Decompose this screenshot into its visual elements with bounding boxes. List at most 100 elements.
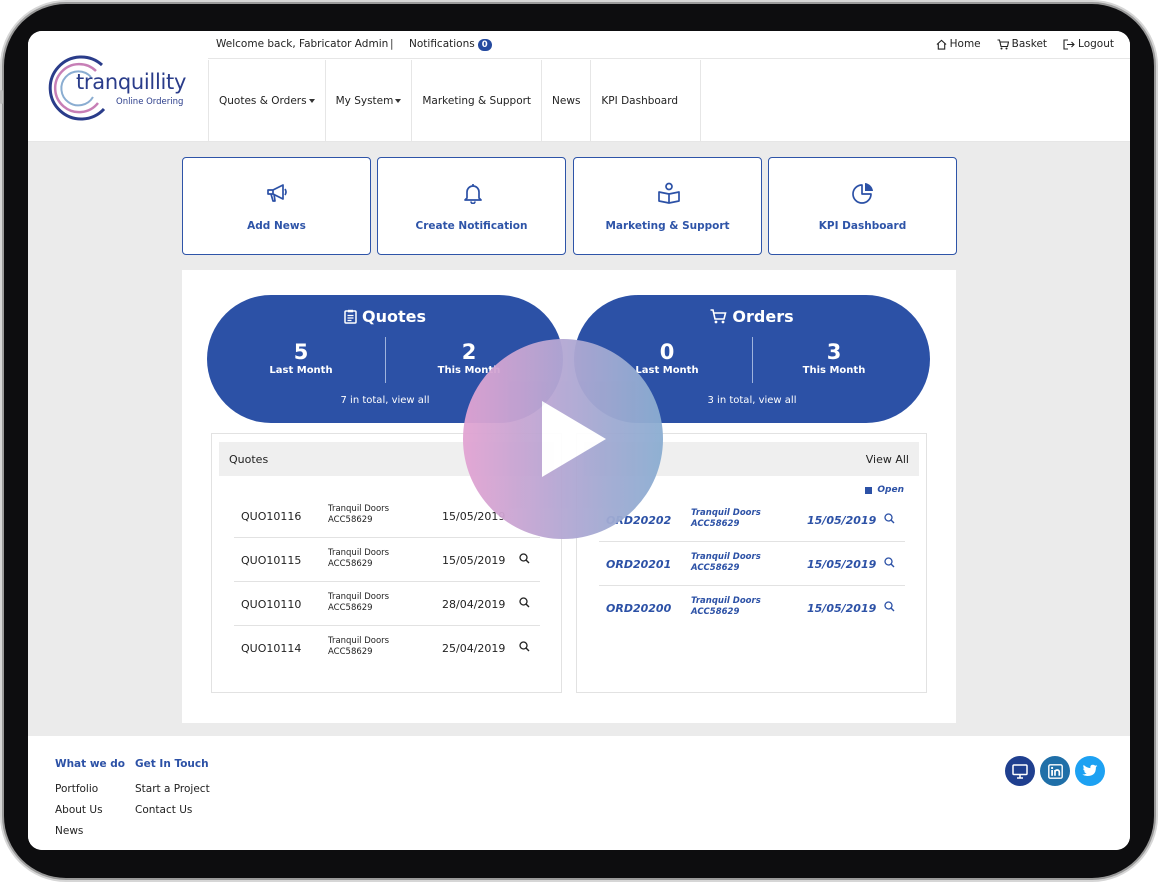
marketing-support-label: Marketing & Support: [605, 220, 730, 232]
footer-heading: Get In Touch: [135, 758, 209, 770]
table-row[interactable]: QUO10110 Tranquil Doors ACC58629 28/04/20…: [234, 582, 540, 626]
customer-name: Tranquil Doors: [328, 504, 390, 514]
basket-label: Basket: [1011, 38, 1048, 50]
brand-name: tranquillity: [76, 70, 187, 94]
video-play-button[interactable]: [463, 339, 663, 539]
basket-link[interactable]: Basket: [997, 38, 1047, 50]
footer-what-we-do: What we do Portfolio About Us News: [55, 758, 125, 846]
customer-name: Tranquil Doors: [691, 596, 761, 606]
kpi-dashboard-tile[interactable]: KPI Dashboard: [768, 157, 957, 255]
clipboard-icon: [344, 309, 357, 324]
quote-id: QUO10116: [241, 510, 302, 523]
table-row[interactable]: ORD20202 Tranquil Doors ACC58629 15/05/20…: [599, 498, 905, 542]
logout-label: Logout: [1078, 38, 1114, 50]
nav-my-system[interactable]: My System: [324, 60, 412, 142]
quote-id: QUO10115: [241, 554, 302, 567]
linkedin-social-button[interactable]: [1040, 756, 1070, 786]
nav-kpi-dashboard[interactable]: KPI Dashboard: [590, 60, 702, 142]
main-nav: Quotes & Orders My System Marketing & Su…: [208, 60, 702, 142]
customer-name: Tranquil Doors: [328, 636, 390, 646]
linkedin-icon: [1047, 763, 1063, 779]
nav-my-system-label: My System: [335, 95, 394, 107]
footer-link-news[interactable]: News: [55, 825, 125, 837]
logout-link[interactable]: Logout: [1063, 38, 1114, 50]
quote-id: QUO10114: [241, 642, 302, 655]
orders-view-all-button[interactable]: View All: [866, 453, 909, 466]
play-icon: [542, 401, 606, 477]
quotes-title-text: Quotes: [361, 307, 426, 326]
marketing-support-tile[interactable]: Marketing & Support: [573, 157, 762, 255]
open-status-swatch: [865, 486, 873, 494]
add-news-tile[interactable]: Add News: [182, 157, 371, 255]
notifications-link[interactable]: Notifications 0: [409, 38, 492, 51]
create-notification-tile[interactable]: Create Notification: [377, 157, 566, 255]
topbar-separator: |: [390, 38, 394, 50]
quotes-list-heading: Quotes: [229, 453, 269, 466]
legend-open-label: Open: [877, 485, 904, 495]
customer-name: Tranquil Doors: [328, 592, 390, 602]
brand-tagline: Online Ordering: [116, 97, 184, 107]
order-customer: Tranquil Doors ACC58629: [691, 508, 761, 530]
account-number: ACC58629: [691, 519, 740, 529]
order-id: ORD20201: [606, 558, 672, 571]
footer-link-contact-us[interactable]: Contact Us: [135, 804, 210, 816]
monitor-icon: [1012, 763, 1028, 779]
nav-kpi-dashboard-label: KPI Dashboard: [601, 95, 679, 107]
website-social-button[interactable]: [1005, 756, 1035, 786]
order-date: 15/05/2019: [807, 558, 877, 571]
divider: [752, 337, 753, 383]
quote-customer: Tranquil Doors ACC58629: [328, 636, 389, 658]
bell-icon: [464, 184, 482, 204]
home-link[interactable]: Home: [936, 38, 981, 50]
chevron-down-icon: [308, 99, 315, 103]
top-links: Home Basket Logout: [936, 38, 1114, 50]
pie-chart-icon: [852, 183, 873, 204]
search-icon[interactable]: [519, 553, 530, 564]
notifications-label: Notifications: [409, 38, 475, 50]
table-row[interactable]: QUO10114 Tranquil Doors ACC58629 25/04/20…: [234, 626, 540, 670]
orders-title-text: Orders: [732, 307, 794, 326]
divider: [385, 337, 386, 383]
order-date: 15/05/2019: [807, 602, 877, 615]
search-icon[interactable]: [884, 601, 895, 612]
table-row[interactable]: QUO10115 Tranquil Doors ACC58629 15/05/20…: [234, 538, 540, 582]
quote-date: 25/04/2019: [442, 642, 506, 655]
account-number: ACC58629: [691, 563, 740, 573]
nav-news[interactable]: News: [541, 60, 590, 142]
order-customer: Tranquil Doors ACC58629: [691, 552, 761, 574]
footer-heading: What we do: [55, 758, 126, 770]
footer-link-start-project[interactable]: Start a Project: [135, 783, 210, 795]
account-number: ACC58629: [328, 603, 373, 613]
quotes-summary-title: Quotes: [207, 307, 563, 326]
nav-quotes-orders[interactable]: Quotes & Orders: [208, 60, 325, 142]
book-user-icon: [658, 182, 680, 204]
footer-link-about-us[interactable]: About Us: [55, 804, 125, 816]
twitter-social-button[interactable]: [1075, 756, 1105, 786]
order-date: 15/05/2019: [807, 514, 877, 527]
table-row[interactable]: ORD20200 Tranquil Doors ACC58629 15/05/20…: [599, 586, 905, 630]
footer-get-in-touch: Get In Touch Start a Project Contact Us: [135, 758, 210, 825]
customer-name: Tranquil Doors: [328, 548, 390, 558]
quotes-last-month: 5 Last Month: [241, 339, 361, 376]
nav-marketing-support[interactable]: Marketing & Support: [411, 60, 541, 142]
site-footer: What we do Portfolio About Us News Get I…: [28, 736, 1130, 850]
app-screen: tranquillity Online Ordering Welcome bac…: [28, 31, 1130, 850]
quote-date: 28/04/2019: [442, 598, 506, 611]
nav-quotes-orders-label: Quotes & Orders: [219, 95, 307, 107]
quotes-last-month-value: 5: [293, 340, 309, 364]
basket-icon: [997, 38, 1009, 49]
search-icon[interactable]: [519, 597, 530, 608]
brand-logo[interactable]: tranquillity Online Ordering: [46, 51, 186, 121]
table-row[interactable]: ORD20201 Tranquil Doors ACC58629 15/05/20…: [599, 542, 905, 586]
cart-icon: [710, 309, 727, 324]
twitter-icon: [1082, 764, 1098, 776]
quote-id: QUO10110: [241, 598, 302, 611]
account-number: ACC58629: [691, 607, 740, 617]
footer-link-portfolio[interactable]: Portfolio: [55, 783, 125, 795]
orders-summary-title: Orders: [574, 307, 930, 326]
account-number: ACC58629: [328, 515, 373, 525]
search-icon[interactable]: [884, 513, 895, 524]
search-icon[interactable]: [519, 641, 530, 652]
order-customer: Tranquil Doors ACC58629: [691, 596, 761, 618]
search-icon[interactable]: [884, 557, 895, 568]
